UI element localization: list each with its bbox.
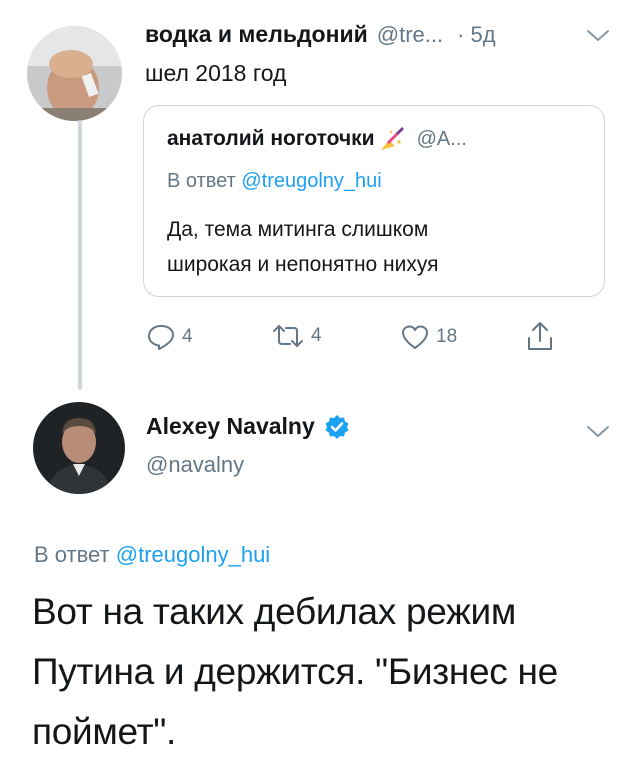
quote-author-handle: @A... — [416, 127, 467, 150]
tweet2-author-name[interactable]: Alexey Navalny — [146, 413, 315, 440]
quote-author-name: анатолий ноготочки — [167, 127, 375, 150]
heart-icon — [402, 325, 428, 349]
thread-line — [78, 120, 82, 390]
tweet1-author-handle[interactable]: @tre... — [377, 22, 443, 48]
tweet2-text: Вот на таких дебилах режим Путина и держ… — [32, 582, 558, 762]
share-button[interactable] — [526, 320, 554, 352]
like-count: 18 — [436, 326, 458, 347]
quote-reply-to-prefix: В ответ — [167, 170, 236, 192]
tweet1-dot: · — [457, 22, 465, 47]
tweet2-author-handle[interactable]: @navalny — [146, 452, 244, 478]
share-icon — [528, 322, 552, 350]
retweet-button[interactable]: 4 — [271, 323, 322, 349]
tweet1-text: шел 2018 год — [145, 60, 287, 86]
tweet1-header: водка и мельдоний @tre... · 5д — [145, 21, 496, 48]
tweet1-author-name[interactable]: водка и мельдоний — [145, 21, 368, 48]
tweet2-text-line: поймет". — [32, 711, 177, 752]
tweet2-reply-to-handle[interactable]: @treugolny_hui — [116, 542, 270, 567]
quoted-tweet-card[interactable]: анатолий ноготочки @A... В ответ @treugo… — [143, 105, 605, 297]
quote-reply-to: В ответ @treugolny_hui — [167, 170, 382, 193]
tweet2-header: Alexey Navalny — [146, 413, 350, 440]
tweet1-time[interactable]: 5д — [470, 22, 495, 48]
retweet-count: 4 — [311, 325, 322, 346]
quote-text: Да, тема митинга слишком широкая и непон… — [167, 212, 439, 282]
nail-polish-emoji — [377, 124, 407, 154]
verified-badge-icon — [324, 414, 350, 440]
avatar-vodka[interactable] — [27, 26, 122, 121]
reply-count: 4 — [182, 326, 193, 347]
chevron-down-icon — [587, 426, 609, 437]
quote-text-line: широкая и непонятно нихуя — [167, 253, 439, 276]
reply-icon — [148, 325, 174, 350]
like-button[interactable]: 18 — [400, 323, 457, 351]
retweet-icon — [273, 325, 303, 347]
tweet2-reply-to-prefix: В ответ — [34, 542, 110, 567]
tweet2-reply-to: В ответ @treugolny_hui — [34, 542, 270, 568]
tweet1-more-button[interactable] — [585, 28, 611, 44]
tweet2-text-line: Путина и держится. "Бизнес не — [32, 651, 558, 692]
chevron-down-icon — [587, 30, 609, 41]
avatar-navalny[interactable] — [33, 402, 125, 494]
tweet2-more-button[interactable] — [585, 424, 611, 440]
quote-reply-to-handle[interactable]: @treugolny_hui — [241, 170, 381, 192]
quote-text-line: Да, тема митинга слишком — [167, 218, 429, 241]
quote-header: анатолий ноготочки @A... — [167, 124, 467, 154]
reply-button[interactable]: 4 — [146, 323, 193, 351]
tweet2-text-line: Вот на таких дебилах режим — [32, 591, 517, 632]
